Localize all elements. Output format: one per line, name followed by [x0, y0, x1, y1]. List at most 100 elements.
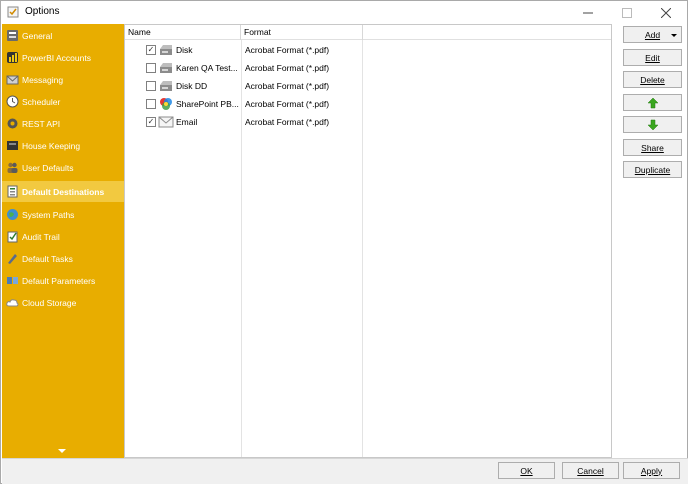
- maximize-icon: [622, 7, 632, 18]
- close-icon: [661, 7, 671, 18]
- house-keeping-icon: [7, 141, 18, 150]
- enable-checkbox[interactable]: ✓: [146, 45, 156, 55]
- disk-icon: [160, 81, 172, 91]
- apply-button[interactable]: Apply: [623, 462, 680, 479]
- api-icon: [7, 118, 18, 129]
- sidebar-item-label: User Defaults: [22, 162, 74, 173]
- minimize-button[interactable]: [571, 1, 605, 24]
- sidebar-item-label: PowerBI Accounts: [22, 52, 91, 63]
- edit-button[interactable]: Edit: [623, 49, 682, 66]
- row-format: Acrobat Format (*.pdf): [245, 99, 330, 109]
- enable-checkbox[interactable]: [146, 63, 156, 73]
- sidebar-item-label: Scheduler: [22, 96, 61, 107]
- disk-icon: [160, 45, 172, 55]
- sidebar-item-rest-api[interactable]: REST API: [2, 113, 124, 134]
- messaging-icon: [6, 75, 19, 85]
- list-header: Name Format: [125, 25, 611, 40]
- enable-checkbox[interactable]: [146, 81, 156, 91]
- destinations-icon: [7, 185, 18, 198]
- row-format: Acrobat Format (*.pdf): [245, 45, 330, 55]
- dialog-footer: OK Cancel Apply: [2, 458, 688, 484]
- row-format: Acrobat Format (*.pdf): [245, 63, 330, 73]
- sidebar-item-general[interactable]: General: [2, 25, 124, 46]
- sidebar-item-label: Default Destinations: [22, 186, 105, 197]
- add-button-label: Add: [644, 29, 661, 40]
- close-button[interactable]: [649, 1, 683, 24]
- arrow-up-icon: [646, 97, 659, 108]
- sidebar-item-default-parameters[interactable]: Default Parameters: [2, 270, 124, 291]
- sidebar-item-default-tasks[interactable]: Default Tasks: [2, 248, 124, 269]
- maximize-button[interactable]: [610, 1, 644, 24]
- enable-checkbox[interactable]: [146, 99, 156, 109]
- disk-icon: [160, 63, 172, 73]
- options-app-icon: [7, 6, 19, 18]
- sidebar-item-label: REST API: [22, 118, 61, 129]
- sidebar-item-label: Cloud Storage: [22, 297, 77, 308]
- general-icon: [7, 30, 18, 41]
- row-format: Acrobat Format (*.pdf): [245, 117, 330, 127]
- sidebar-item-messaging[interactable]: Messaging: [2, 69, 124, 90]
- row-name: Email: [176, 117, 198, 127]
- scroll-down-icon[interactable]: [58, 449, 66, 453]
- powerbi-icon: [7, 52, 18, 63]
- audit-icon: [7, 231, 18, 243]
- move-down-button[interactable]: [623, 116, 682, 133]
- sidebar-item-house-keeping[interactable]: House Keeping: [2, 135, 124, 156]
- share-button[interactable]: Share: [623, 139, 682, 156]
- minimize-icon: [583, 12, 593, 13]
- apply-button-label: Apply: [640, 465, 663, 476]
- window-title: Options: [25, 6, 60, 17]
- list-row[interactable]: Karen QA Test... Acrobat Format (*.pdf): [125, 59, 611, 77]
- sidebar-item-powerbi-accounts[interactable]: PowerBI Accounts: [2, 47, 124, 68]
- sidebar-item-label: Audit Trail: [22, 231, 60, 242]
- row-name: Disk: [176, 45, 193, 55]
- delete-button[interactable]: Delete: [623, 71, 682, 88]
- cancel-button[interactable]: Cancel: [562, 462, 619, 479]
- sidebar-item-audit-trail[interactable]: Audit Trail: [2, 226, 124, 247]
- list-row[interactable]: Disk DD Acrobat Format (*.pdf): [125, 77, 611, 95]
- email-icon: [158, 116, 174, 128]
- column-header-name[interactable]: Name: [125, 25, 241, 40]
- ok-button[interactable]: OK: [498, 462, 555, 479]
- edit-button-label: Edit: [645, 52, 660, 63]
- ok-button-label: OK: [520, 465, 533, 476]
- sidebar-item-label: Default Parameters: [22, 275, 96, 286]
- enable-checkbox[interactable]: ✓: [146, 117, 156, 127]
- duplicate-button-label: Duplicate: [634, 164, 671, 175]
- list-row[interactable]: SharePoint PB... Acrobat Format (*.pdf): [125, 95, 611, 113]
- list-row[interactable]: ✓ Disk Acrobat Format (*.pdf): [125, 41, 611, 59]
- row-format: Acrobat Format (*.pdf): [245, 81, 330, 91]
- users-icon: [7, 162, 18, 173]
- sidebar-item-label: House Keeping: [22, 140, 81, 151]
- sidebar-item-cloud-storage[interactable]: Cloud Storage: [2, 292, 124, 313]
- sidebar-item-label: Default Tasks: [22, 253, 73, 264]
- clock-icon: [6, 95, 19, 108]
- parameters-icon: [7, 277, 18, 284]
- tasks-icon: [8, 254, 17, 264]
- column-header-format[interactable]: Format: [241, 25, 363, 40]
- delete-button-label: Delete: [640, 74, 665, 85]
- options-window: Options General PowerBI Accounts Messagi…: [0, 0, 688, 484]
- sidebar-item-default-destinations[interactable]: Default Destinations: [2, 181, 124, 202]
- sidebar-item-label: Messaging: [22, 74, 64, 85]
- sharepoint-icon: [160, 98, 172, 110]
- row-name: Karen QA Test...: [176, 63, 238, 73]
- destinations-list: Name Format ✓ Disk Acrobat Format (*.pdf…: [124, 24, 612, 458]
- arrow-down-icon: [646, 119, 659, 130]
- chevron-down-icon: [671, 34, 677, 37]
- list-row[interactable]: ✓ Email Acrobat Format (*.pdf): [125, 113, 611, 131]
- move-up-button[interactable]: [623, 94, 682, 111]
- options-sidebar: General PowerBI Accounts Messaging Sched…: [2, 24, 124, 458]
- sidebar-item-user-defaults[interactable]: User Defaults: [2, 157, 124, 178]
- cancel-button-label: Cancel: [577, 465, 604, 476]
- add-button[interactable]: Add: [623, 26, 682, 43]
- row-name: Disk DD: [176, 81, 208, 91]
- share-button-label: Share: [641, 142, 664, 153]
- row-name: SharePoint PB...: [176, 99, 239, 109]
- globe-icon: [7, 209, 18, 220]
- sidebar-item-system-paths[interactable]: System Paths: [2, 204, 124, 225]
- sidebar-item-label: System Paths: [22, 209, 75, 220]
- sidebar-item-scheduler[interactable]: Scheduler: [2, 91, 124, 112]
- cloud-icon: [6, 299, 19, 307]
- duplicate-button[interactable]: Duplicate: [623, 161, 682, 178]
